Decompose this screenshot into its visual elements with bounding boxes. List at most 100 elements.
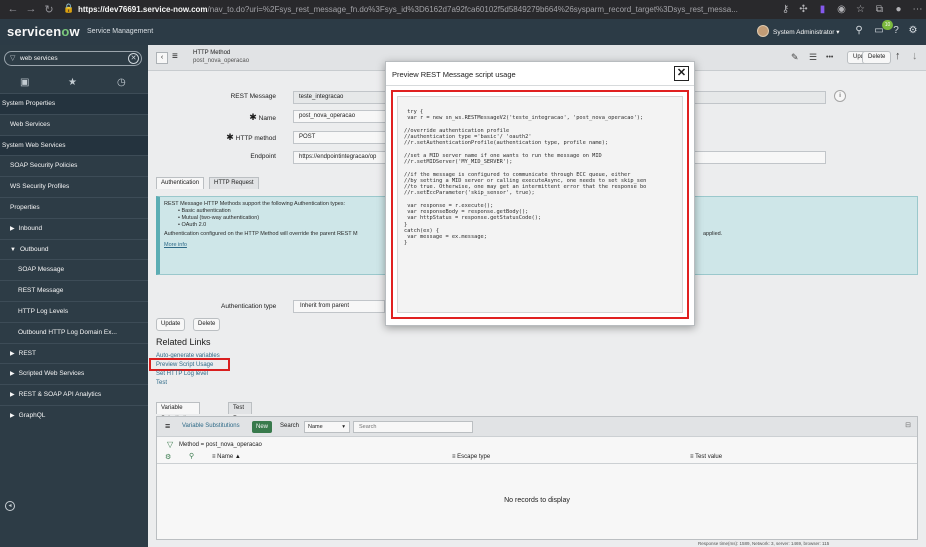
sidebar-item-outbound-http-log-domain-ex[interactable]: Outbound HTTP Log Domain Ex... xyxy=(0,321,148,343)
set-http-log-level-link[interactable]: Set HTTP Log level xyxy=(156,371,208,377)
sidebar-item-label: Outbound xyxy=(19,245,49,253)
search-icon[interactable]: ⚲ xyxy=(852,24,866,38)
column-headers: ⚙ ⚲ ≡ Name ▲ ≡ Escape type ≡ Test value xyxy=(157,452,917,464)
tab-variable-substitutions[interactable]: Variable Substitutions xyxy=(156,402,201,422)
sidebar-item-system-properties[interactable]: System Properties xyxy=(0,93,148,114)
tab-test-runs[interactable]: Test Runs xyxy=(228,402,253,422)
column-header-test-value[interactable]: ≡ Test value xyxy=(690,454,722,460)
name-field[interactable]: post_nova_operacao xyxy=(293,110,393,123)
help-icon[interactable]: ? xyxy=(889,24,903,38)
required-icon: ✱ xyxy=(226,132,234,142)
url-path: /nav_to.do?uri=%2Fsys_rest_message_fn.do… xyxy=(207,5,738,14)
highlight-box: try { var r = new sn_ws.RESTMessageV2('t… xyxy=(391,90,689,319)
column-header-escape-type[interactable]: ≡ Escape type xyxy=(452,454,490,460)
more-info-link[interactable]: More info xyxy=(164,242,187,248)
update-button[interactable]: Update xyxy=(156,318,186,331)
related-links-title: Related Links xyxy=(156,337,211,347)
http-method-select[interactable]: POST xyxy=(293,131,393,144)
user-menu[interactable]: System Administrator ▾ xyxy=(773,28,840,36)
sidebar-item-rest-message[interactable]: REST Message xyxy=(0,280,148,301)
sidebar-item-label: REST Message xyxy=(18,287,64,295)
back-button[interactable]: ‹ xyxy=(156,52,168,64)
extension2-icon[interactable]: ◉ xyxy=(834,2,849,17)
info-icon[interactable]: i xyxy=(834,90,846,102)
sidebar-item-http-log-levels[interactable]: HTTP Log Levels xyxy=(0,300,148,322)
sidebar-item-scripted-web-services[interactable]: ▶ Scripted Web Services xyxy=(0,363,148,384)
down-arrow-icon[interactable]: ↓ xyxy=(912,50,918,62)
sidebar-item-web-services[interactable]: Web Services xyxy=(0,113,148,135)
sidebar-item-graphql[interactable]: ▶ GraphQL xyxy=(0,404,148,426)
more-icon[interactable]: ⋯ xyxy=(910,2,925,17)
address-bar[interactable]: https://dev76691.service-now.com/nav_to.… xyxy=(78,3,768,16)
profile-icon[interactable]: ● xyxy=(891,2,906,17)
empty-list-message: No records to display xyxy=(504,497,570,504)
back-arrow-icon[interactable]: ← xyxy=(4,3,22,15)
bookmark-icon[interactable]: ☆ xyxy=(853,2,868,17)
user-name: System Administrator xyxy=(773,29,835,36)
all-apps-icon[interactable]: ▣ xyxy=(20,77,29,88)
header-delete-button[interactable]: Delete xyxy=(862,51,892,64)
browser-toolbar: ← → ↻ 🔒 https://dev76691.service-now.com… xyxy=(0,0,926,19)
auth-bullet: • Mutual (two-way authentication) xyxy=(178,215,260,221)
sidebar-item-outbound[interactable]: ▼ Outbound xyxy=(0,238,148,260)
funnel-icon[interactable]: ▽ xyxy=(167,440,173,449)
sidebar-item-properties[interactable]: Properties xyxy=(0,196,148,218)
key-icon[interactable]: ⚷ xyxy=(778,2,793,17)
reload-icon[interactable]: ↻ xyxy=(40,3,58,16)
sidebar-item-soap-security-policies[interactable]: SOAP Security Policies xyxy=(0,155,148,176)
caret-right-icon: ▶ xyxy=(10,350,15,357)
settings-sliders-icon[interactable]: ☰ xyxy=(809,52,817,63)
search-field-select[interactable]: Name ▾ xyxy=(304,421,350,433)
new-button[interactable]: New xyxy=(252,421,273,433)
favorites-star-icon[interactable]: ★ xyxy=(68,77,77,88)
collapse-sidebar-icon[interactable]: ◂ xyxy=(5,501,15,511)
test-link[interactable]: Test xyxy=(156,380,167,386)
modal-title: Preview REST Message script usage xyxy=(392,70,516,79)
app-header: servicenow Service Management System Adm… xyxy=(0,19,926,45)
extension-icon[interactable]: ▮ xyxy=(815,2,830,17)
personalize-gear-icon[interactable]: ⚙ xyxy=(165,453,171,461)
sidebar-item-soap-message[interactable]: SOAP Message xyxy=(0,259,148,280)
search-input[interactable]: Search xyxy=(353,421,473,433)
sidebar-item-system-web-services[interactable]: System Web Services xyxy=(0,134,148,156)
sidebar-item-label: REST & SOAP API Analytics xyxy=(18,391,102,399)
up-arrow-icon[interactable]: ↑ xyxy=(895,50,901,62)
sidebar-item-label: System Properties xyxy=(2,100,56,107)
collections-icon[interactable]: ⧉ xyxy=(872,2,887,17)
sidebar-item-label: REST xyxy=(18,349,36,357)
column-header-name[interactable]: ≡ Name ▲ xyxy=(212,454,241,460)
avatar[interactable] xyxy=(757,25,769,37)
gear-icon[interactable]: ⚙ xyxy=(906,24,920,38)
search-icon[interactable]: ⚲ xyxy=(189,452,194,460)
history-clock-icon[interactable]: ◷ xyxy=(117,77,126,88)
forward-arrow-icon[interactable]: → xyxy=(22,3,40,15)
sidebar-item-rest-soap-api-analytics[interactable]: ▶ REST & SOAP API Analytics xyxy=(0,384,148,405)
filter-icon: ▽ xyxy=(10,55,16,62)
auth-bullet-text: OAuth 2.0 xyxy=(181,222,207,228)
translate-icon[interactable]: ✣ xyxy=(796,2,811,17)
list-options-icon[interactable]: ⊟ xyxy=(905,421,911,429)
close-icon[interactable]: ✕ xyxy=(674,66,689,81)
sidebar-item-ws-security-profiles[interactable]: WS Security Profiles xyxy=(0,176,148,197)
tab-http-request[interactable]: HTTP Request xyxy=(209,177,259,189)
logo-text-end: w xyxy=(69,24,80,39)
auth-type-select[interactable]: Inherit from parent xyxy=(293,300,385,313)
delete-button[interactable]: Delete xyxy=(193,318,221,331)
more-options-icon[interactable]: ••• xyxy=(826,54,833,61)
attachment-icon[interactable]: ✎ xyxy=(791,52,799,63)
auth-info-line2-tail: applied. xyxy=(703,231,723,237)
servicenow-logo[interactable]: servicenow xyxy=(7,24,80,39)
clear-filter-icon[interactable]: ✕ xyxy=(128,53,139,64)
sidebar-item-rest[interactable]: ▶ REST xyxy=(0,342,148,364)
filter-condition[interactable]: Method = post_nova_operacao xyxy=(179,442,262,448)
column-header-name-text: Name ▲ xyxy=(217,454,241,460)
list-menu-icon[interactable]: ≡ xyxy=(165,421,170,431)
navigator-filter-input[interactable]: ▽ web services ✕ xyxy=(4,51,142,66)
sidebar-item-inbound[interactable]: ▶ Inbound xyxy=(0,217,148,239)
nav-list: System Properties Web Services System Web … xyxy=(0,93,148,426)
lock-icon: 🔒 xyxy=(63,3,75,13)
filter-value: web services xyxy=(20,55,58,62)
context-menu-icon[interactable]: ≡ xyxy=(172,51,178,62)
tab-authentication[interactable]: Authentication xyxy=(156,177,205,189)
caret-right-icon: ▶ xyxy=(10,392,15,399)
